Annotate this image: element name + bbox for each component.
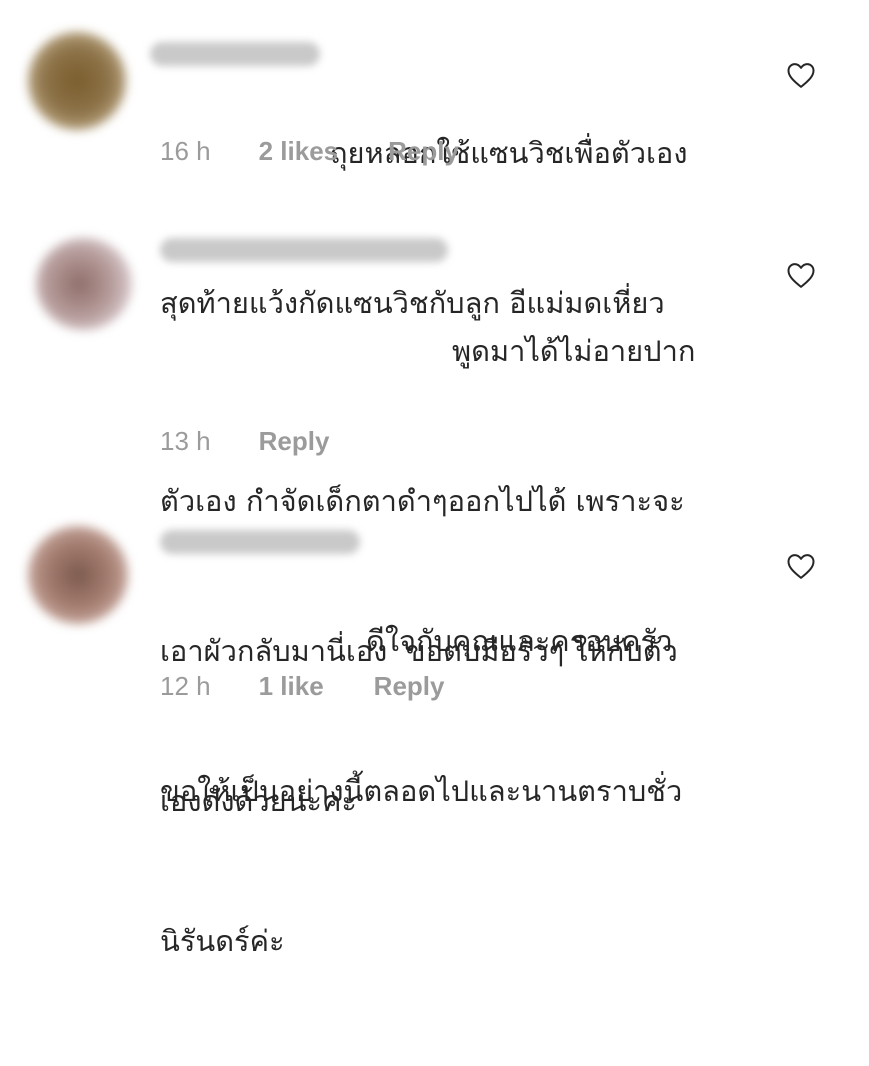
avatar[interactable] (28, 526, 128, 624)
comment-line: ขอให้เป็นอย่างนี้ตลอดไปและนานตราบชั่ว (160, 774, 683, 808)
reply-button[interactable]: Reply (374, 671, 445, 702)
comment-time: 13 h (160, 426, 211, 456)
comment-text: ดีใจกับคุณและครอบครัว ขอให้เป็นอย่างนี้ต… (160, 516, 682, 1066)
comment-line: พูดมาได้ไม่อายปาก (452, 334, 696, 368)
likes-count[interactable]: 1 like (259, 671, 324, 702)
reply-button[interactable]: Reply (259, 426, 330, 457)
comment-time: 12 h (160, 671, 211, 701)
comment-item: ดีใจกับคุณและครอบครัว ขอให้เป็นอย่างนี้ต… (0, 0, 869, 958)
comment-line: ดีใจกับคุณและครอบครัว (366, 624, 673, 658)
heart-icon[interactable] (786, 552, 816, 580)
avatar[interactable] (36, 238, 132, 330)
comment-meta: 12 h 1 like Reply (160, 671, 444, 702)
comment-meta: 13 h Reply (160, 426, 329, 457)
heart-icon[interactable] (786, 261, 816, 289)
comment-line: นิรันดร์ค่ะ (160, 924, 285, 958)
